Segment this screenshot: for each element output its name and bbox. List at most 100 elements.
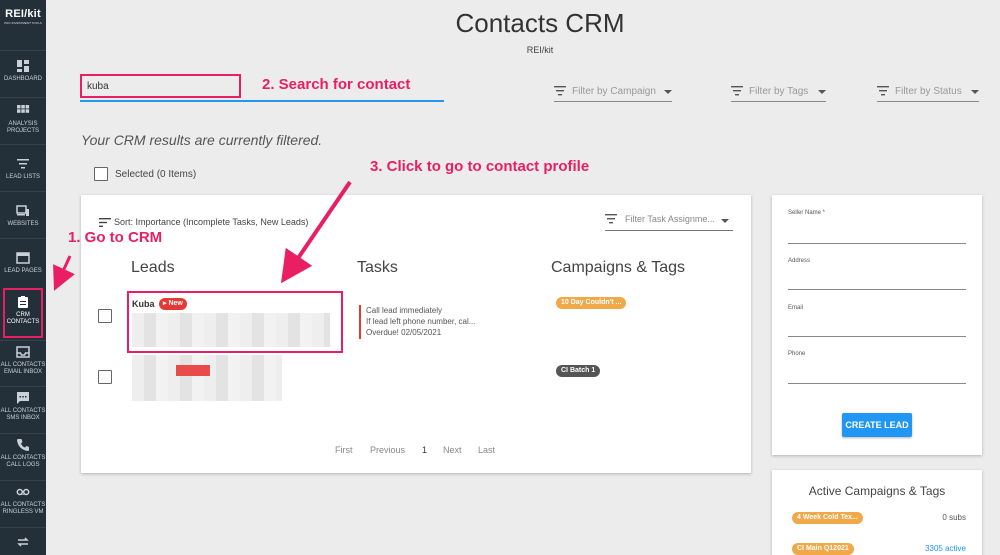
- status-filter-label: Filter by Status: [895, 86, 962, 97]
- select-all-checkbox[interactable]: [94, 167, 108, 181]
- new-badge-label: New: [168, 300, 183, 307]
- search-input[interactable]: [80, 74, 241, 98]
- seller-name-label: Seller Name *: [788, 210, 826, 216]
- sidebar-item-label: ANALYSIS PROJECTS: [6, 121, 39, 134]
- pagination-current[interactable]: 1: [422, 445, 427, 455]
- web-page-icon: [16, 252, 30, 264]
- page-subtitle: REI/kit: [526, 45, 554, 55]
- sort-label: Sort: Importance (Incomplete Tasks, New …: [114, 217, 309, 227]
- devices-icon: [16, 205, 29, 216]
- annotation-step-2: 2. Search for contact: [262, 76, 411, 93]
- campaign-subs-count: 0 subs: [942, 513, 966, 522]
- pagination-next[interactable]: Next: [443, 445, 462, 455]
- tags-filter-label: Filter by Tags: [749, 86, 809, 97]
- sidebar-item-label: ALL CONTACTS SMS INBOX: [0, 408, 46, 421]
- sidebar-item-ringless-vm[interactable]: ALL CONTACTS RINGLESS VM: [0, 480, 46, 527]
- address-label: Address: [788, 258, 811, 264]
- new-badge: ▸ New: [159, 298, 187, 310]
- active-campaigns-card: Active Campaigns & Tags 4 Week Cold Tex.…: [772, 470, 982, 555]
- pagination-previous[interactable]: Previous: [370, 445, 405, 455]
- tags-filter[interactable]: Filter by Tags: [731, 84, 826, 102]
- filter-icon: [877, 86, 889, 96]
- sidebar-item-label: WEBSITES: [7, 221, 39, 227]
- sidebar-item-label: LEAD LISTS: [5, 174, 40, 180]
- campaign-active-count[interactable]: 3305 active: [925, 544, 966, 553]
- filter-icon: [554, 86, 566, 96]
- task-assignee-filter[interactable]: Filter Task Assignme...: [605, 209, 733, 231]
- email-label: Email: [788, 305, 804, 311]
- address-field[interactable]: [788, 289, 966, 290]
- row-checkbox[interactable]: [98, 370, 112, 384]
- sidebar-item-email-inbox[interactable]: ALL CONTACTS EMAIL INBOX: [0, 340, 46, 386]
- campaign-tag[interactable]: 10 Day Couldn't ...: [556, 297, 627, 309]
- phone-field[interactable]: [788, 383, 966, 384]
- chevron-down-icon: [971, 90, 979, 94]
- redacted-highlight: [176, 365, 210, 376]
- annotation-step-1: 1. Go to CRM: [68, 229, 163, 246]
- sidebar-item-label: ALL CONTACTS CALL LOGS: [0, 455, 46, 468]
- selected-count-label: Selected (0 Items): [115, 169, 197, 180]
- campaign-tag[interactable]: 4 Week Cold Tex...: [792, 512, 863, 524]
- swap-arrows-icon: [17, 537, 29, 547]
- filter-icon: [605, 214, 617, 224]
- task-item: Call lead immediately: [366, 306, 443, 315]
- sidebar-item-analysis-projects[interactable]: ANALYSIS PROJECTS: [0, 97, 46, 144]
- email-field[interactable]: [788, 336, 966, 337]
- sidebar-item-crm-contacts[interactable]: CRM CONTACTS: [3, 288, 43, 338]
- grid-icon: [17, 105, 30, 113]
- tasks-column-header: Tasks: [357, 259, 398, 276]
- campaign-tag[interactable]: CI Batch 1: [556, 365, 601, 377]
- status-filter[interactable]: Filter by Status: [877, 84, 979, 102]
- task-item: Overdue! 02/05/2021: [366, 328, 442, 337]
- campaign-filter[interactable]: Filter by Campaign: [554, 84, 672, 102]
- leads-card: Sort: Importance (Incomplete Tasks, New …: [81, 195, 751, 473]
- sidebar-item-sms-inbox[interactable]: ALL CONTACTS SMS INBOX: [0, 386, 46, 433]
- lead-name[interactable]: Kuba: [132, 299, 155, 309]
- filter-list-icon: [17, 159, 29, 169]
- logo-text: REI/kit: [5, 8, 41, 20]
- phone-icon: [17, 439, 29, 451]
- seller-name-field[interactable]: [788, 243, 966, 244]
- filtered-notice: Your CRM results are currently filtered.: [81, 132, 323, 148]
- pagination-last[interactable]: Last: [478, 445, 495, 455]
- sidebar-item-lead-lists[interactable]: LEAD LISTS: [0, 144, 46, 191]
- arrow-to-crm: [53, 255, 75, 291]
- campaign-filter-label: Filter by Campaign: [572, 86, 656, 97]
- sidebar-item-dashboard[interactable]: DASHBOARD: [0, 50, 46, 97]
- app-logo[interactable]: REI/kit PRO INVESTMENT TOOLS: [0, 0, 46, 44]
- task-filter-label: Filter Task Assignme...: [625, 214, 715, 224]
- annotation-step-3: 3. Click to go to contact profile: [370, 158, 590, 175]
- task-list[interactable]: Call lead immediately If lead left phone…: [359, 305, 475, 339]
- leads-column-header: Leads: [131, 259, 175, 276]
- sidebar-item-label: DASHBOARD: [3, 76, 42, 82]
- active-campaigns-title: Active Campaigns & Tags: [808, 484, 946, 498]
- campaign-tag[interactable]: CI Main Q12021: [792, 543, 854, 555]
- sidebar-item-websites[interactable]: WEBSITES: [0, 191, 46, 238]
- chevron-down-icon: [721, 219, 729, 223]
- redacted-contact-details: [132, 313, 330, 347]
- row-checkbox[interactable]: [98, 309, 112, 323]
- chat-bubble-icon: [17, 392, 29, 404]
- chevron-down-icon: [818, 90, 826, 94]
- create-lead-button[interactable]: CREATE LEAD: [842, 413, 912, 437]
- sidebar-item-label: ALL CONTACTS RINGLESS VM: [0, 502, 46, 515]
- page-title: Contacts CRM: [455, 8, 625, 38]
- sidebar: REI/kit PRO INVESTMENT TOOLS DASHBOARD A…: [0, 0, 46, 555]
- inbox-icon: [16, 346, 30, 358]
- voicemail-icon: [16, 488, 30, 496]
- sidebar-item-call-logs[interactable]: ALL CONTACTS CALL LOGS: [0, 433, 46, 480]
- sidebar-item-lead-pages[interactable]: LEAD PAGES: [0, 238, 46, 285]
- filter-icon: [731, 86, 743, 96]
- logo-tagline: PRO INVESTMENT TOOLS: [4, 21, 42, 25]
- phone-label: Phone: [788, 351, 806, 357]
- pagination-first[interactable]: First: [335, 445, 353, 455]
- sort-icon: [99, 218, 111, 228]
- sidebar-item-label: CRM CONTACTS: [6, 312, 40, 325]
- sidebar-item-label: ALL CONTACTS EMAIL INBOX: [0, 362, 46, 375]
- chevron-down-icon: [664, 90, 672, 94]
- sort-control[interactable]: Sort: Importance (Incomplete Tasks, New …: [99, 217, 309, 228]
- redacted-contact-details: [132, 355, 282, 401]
- new-lead-form: Seller Name * Address Email Phone CREATE…: [772, 195, 982, 455]
- sidebar-item-sync[interactable]: [0, 527, 46, 555]
- play-icon: ▸: [163, 300, 167, 307]
